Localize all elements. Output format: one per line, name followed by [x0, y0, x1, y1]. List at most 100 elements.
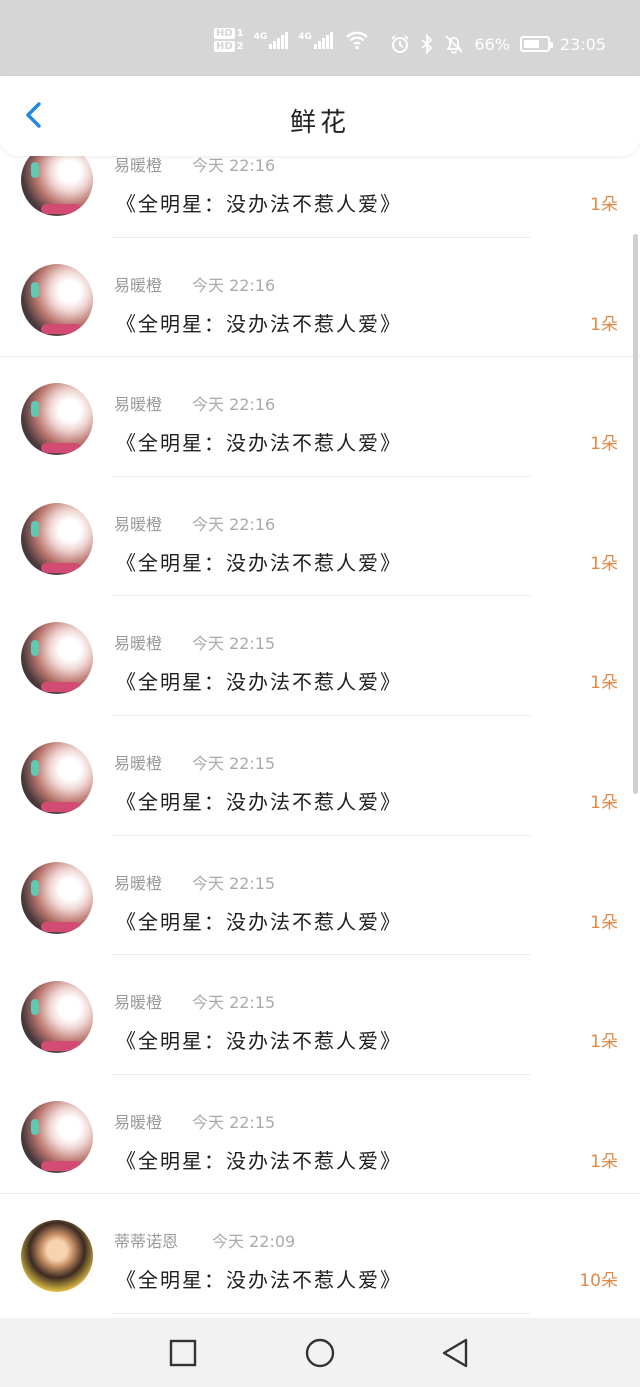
signal-bar — [285, 31, 289, 49]
user-name[interactable]: 易暖橙 — [114, 272, 162, 296]
network-indicators: HD 1 HD 2 4G 4G — [214, 28, 369, 52]
flower-count: 1朵 — [590, 912, 618, 933]
signal-bar — [313, 43, 317, 49]
flower-count: 1朵 — [590, 673, 618, 694]
list-item[interactable]: 蒂蒂诺恩 今天 22:09 《全明星：没办法不惹人爱》 10朵 — [0, 1194, 640, 1314]
flower-count: 10朵 — [579, 1271, 618, 1292]
page-title: 鲜花 — [289, 108, 350, 138]
list-item[interactable]: 易暖橙 今天 22:16 《全明星：没办法不惹人爱》 1朵 — [0, 238, 640, 358]
sim-indicators: HD 1 HD 2 — [214, 28, 244, 52]
gift-title: 《全明星：没办法不惹人爱》 — [116, 311, 402, 336]
sim1-indicator: HD 1 — [214, 28, 244, 39]
flower-count: 1朵 — [590, 314, 618, 335]
list-item[interactable]: 易暖橙 今天 22:16 《全明星：没办法不惹人爱》 1朵 — [0, 477, 640, 597]
gift-title: 《全明星：没办法不惹人爱》 — [116, 1148, 402, 1173]
list-item[interactable]: 易暖橙 今天 22:16 《全明星：没办法不惹人爱》 1朵 — [0, 357, 640, 477]
user-name[interactable]: 易暖橙 — [114, 391, 162, 415]
timestamp: 今天 22:15 — [192, 873, 276, 893]
avatar[interactable] — [21, 263, 93, 336]
network-type: 4G — [253, 31, 268, 42]
flower-record-list-inner: 易暖橙 今天 22:16 《全明星：没办法不惹人爱》 1朵 易暖橙 今天 22:16 《全明… — [0, 156, 640, 1314]
recent-apps-button[interactable] — [166, 1336, 200, 1370]
mute-icon — [445, 35, 463, 54]
flower-count: 1朵 — [590, 1032, 618, 1053]
avatar[interactable] — [21, 981, 93, 1054]
home-button[interactable] — [303, 1336, 337, 1370]
signal-bar — [321, 37, 325, 49]
signal-bar — [269, 43, 273, 49]
timestamp: 今天 22:15 — [192, 1112, 276, 1132]
flower-record-list[interactable]: 易暖橙 今天 22:16 《全明星：没办法不惹人爱》 1朵 易暖橙 今天 22:16 《全明… — [0, 156, 640, 1318]
divider — [112, 1312, 530, 1314]
timestamp: 今天 22:16 — [192, 514, 276, 534]
user-name[interactable]: 易暖橙 — [114, 989, 162, 1013]
avatar[interactable] — [21, 861, 93, 934]
flower-count: 1朵 — [590, 434, 618, 455]
system-nav-bar — [0, 1318, 640, 1387]
user-name[interactable]: 易暖橙 — [114, 1109, 162, 1133]
hd-label: HD — [214, 41, 235, 52]
list-item[interactable]: 易暖橙 今天 22:15 《全明星：没办法不惹人爱》 1朵 — [0, 836, 640, 956]
user-name[interactable]: 易暖橙 — [114, 511, 162, 535]
signal-bar — [273, 40, 277, 49]
list-item[interactable]: 易暖橙 今天 22:15 《全明星：没办法不惹人爱》 1朵 — [0, 716, 640, 836]
gift-title: 《全明星：没办法不惹人爱》 — [116, 192, 402, 216]
signal-icon-1: 4G — [253, 31, 289, 49]
avatar[interactable] — [21, 383, 93, 456]
sim-number: 1 — [236, 28, 244, 39]
flower-count: 1朵 — [590, 553, 618, 574]
avatar[interactable] — [21, 156, 93, 216]
user-name[interactable]: 蒂蒂诺恩 — [114, 1228, 178, 1252]
gift-title: 《全明星：没办法不惹人爱》 — [116, 431, 402, 456]
hd-label: HD — [214, 28, 235, 39]
user-name[interactable]: 易暖橙 — [114, 870, 162, 894]
sim-number: 2 — [236, 41, 244, 52]
triangle-back-icon — [442, 1338, 468, 1368]
timestamp: 今天 22:16 — [192, 275, 276, 295]
gift-title: 《全明星：没办法不惹人爱》 — [116, 550, 402, 575]
avatar[interactable] — [21, 502, 93, 575]
battery-icon — [519, 36, 553, 52]
status-icons: 66% 23:05 — [390, 34, 606, 54]
scrollbar[interactable] — [633, 234, 638, 794]
battery-fill — [523, 40, 539, 48]
flower-count: 1朵 — [590, 1151, 618, 1172]
user-name[interactable]: 易暖橙 — [114, 156, 162, 176]
timestamp: 今天 22:15 — [192, 753, 276, 773]
sim2-indicator: HD 2 — [214, 41, 244, 52]
list-item[interactable]: 易暖橙 今天 22:16 《全明星：没办法不惹人爱》 1朵 — [0, 156, 640, 238]
signal-icon-2: 4G — [298, 31, 333, 49]
wifi-icon — [346, 31, 368, 50]
flower-count: 1朵 — [590, 792, 618, 813]
gift-title: 《全明星：没办法不惹人爱》 — [116, 789, 402, 814]
status-bar: HD 1 HD 2 4G 4G 66% 23:05 — [0, 0, 640, 76]
circle-icon — [305, 1338, 335, 1368]
list-item[interactable]: 易暖橙 今天 22:15 《全明星：没办法不惹人爱》 1朵 — [0, 596, 640, 716]
user-name[interactable]: 易暖橙 — [114, 750, 162, 774]
gift-title: 《全明星：没办法不惹人爱》 — [116, 1268, 402, 1293]
timestamp: 今天 22:09 — [212, 1232, 296, 1252]
timestamp: 今天 22:15 — [192, 634, 276, 654]
nav-back-button[interactable] — [438, 1336, 472, 1370]
gift-title: 《全明星：没办法不惹人爱》 — [116, 670, 402, 695]
app-header: 鲜花 — [0, 76, 640, 156]
battery-percent: 66% — [474, 34, 510, 54]
list-item[interactable]: 易暖橙 今天 22:15 《全明星：没办法不惹人爱》 1朵 — [0, 1075, 640, 1195]
gift-title: 《全明星：没办法不惹人爱》 — [116, 1029, 402, 1054]
alarm-icon — [391, 35, 410, 53]
avatar[interactable] — [21, 1220, 93, 1293]
avatar[interactable] — [21, 622, 93, 695]
timestamp: 今天 22:15 — [192, 993, 276, 1013]
signal-bar — [325, 34, 329, 49]
signal-bar — [281, 34, 285, 49]
signal-bar — [317, 40, 321, 49]
avatar[interactable] — [21, 1100, 93, 1173]
avatar[interactable] — [21, 741, 93, 814]
user-name[interactable]: 易暖橙 — [114, 630, 162, 654]
signal-bar — [277, 37, 281, 49]
square-icon — [169, 1339, 197, 1367]
timestamp: 今天 22:16 — [192, 156, 276, 175]
gift-title: 《全明星：没办法不惹人爱》 — [116, 909, 402, 934]
list-item[interactable]: 易暖橙 今天 22:15 《全明星：没办法不惹人爱》 1朵 — [0, 955, 640, 1075]
clock: 23:05 — [559, 34, 606, 54]
